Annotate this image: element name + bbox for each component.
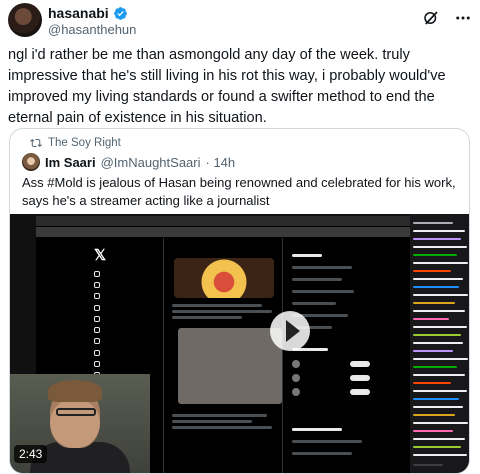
video-frame-x-sidebar: 𝕏 [94, 246, 160, 393]
social-context-label[interactable]: The Soy Right [48, 137, 121, 149]
quote-author-row: Im Saari @ImNaughtSaari · 14h [22, 153, 235, 171]
social-context: The Soy Right [30, 137, 121, 149]
video-frame-feed [163, 238, 283, 473]
header-actions [422, 9, 472, 27]
video-duration-badge: 2:43 [14, 445, 48, 463]
author-name-row: hasanabi [48, 5, 128, 21]
author-display-name[interactable]: hasanabi [48, 5, 109, 21]
quote-time[interactable]: · 14h [206, 155, 236, 170]
quoted-tweet[interactable]: The Soy Right Im Saari @ImNaughtSaari · … [9, 128, 470, 474]
play-icon [286, 320, 300, 342]
video-player[interactable]: 𝕏 2:43 [10, 214, 469, 473]
more-options-icon[interactable] [454, 9, 472, 27]
tweet-header: hasanabi @hasanthehun [8, 3, 472, 39]
quote-author-avatar[interactable] [22, 153, 40, 171]
author-handle[interactable]: @hasanthehun [48, 22, 136, 37]
quote-author-name[interactable]: Im Saari [45, 155, 96, 170]
quote-text: Ass #Mold is jealous of Hasan being reno… [22, 175, 456, 208]
grok-icon[interactable] [422, 9, 440, 27]
quote-author-handle[interactable]: @ImNaughtSaari [101, 155, 201, 170]
author-avatar[interactable] [8, 3, 42, 37]
video-frame-right-column [288, 238, 376, 473]
verified-badge-icon [113, 6, 127, 20]
repost-icon [30, 138, 42, 148]
tweet-text: ngl i'd rather be me than asmongold any … [8, 47, 446, 126]
video-frame-stream-chat [410, 214, 469, 473]
x-logo-icon: 𝕏 [94, 247, 107, 264]
